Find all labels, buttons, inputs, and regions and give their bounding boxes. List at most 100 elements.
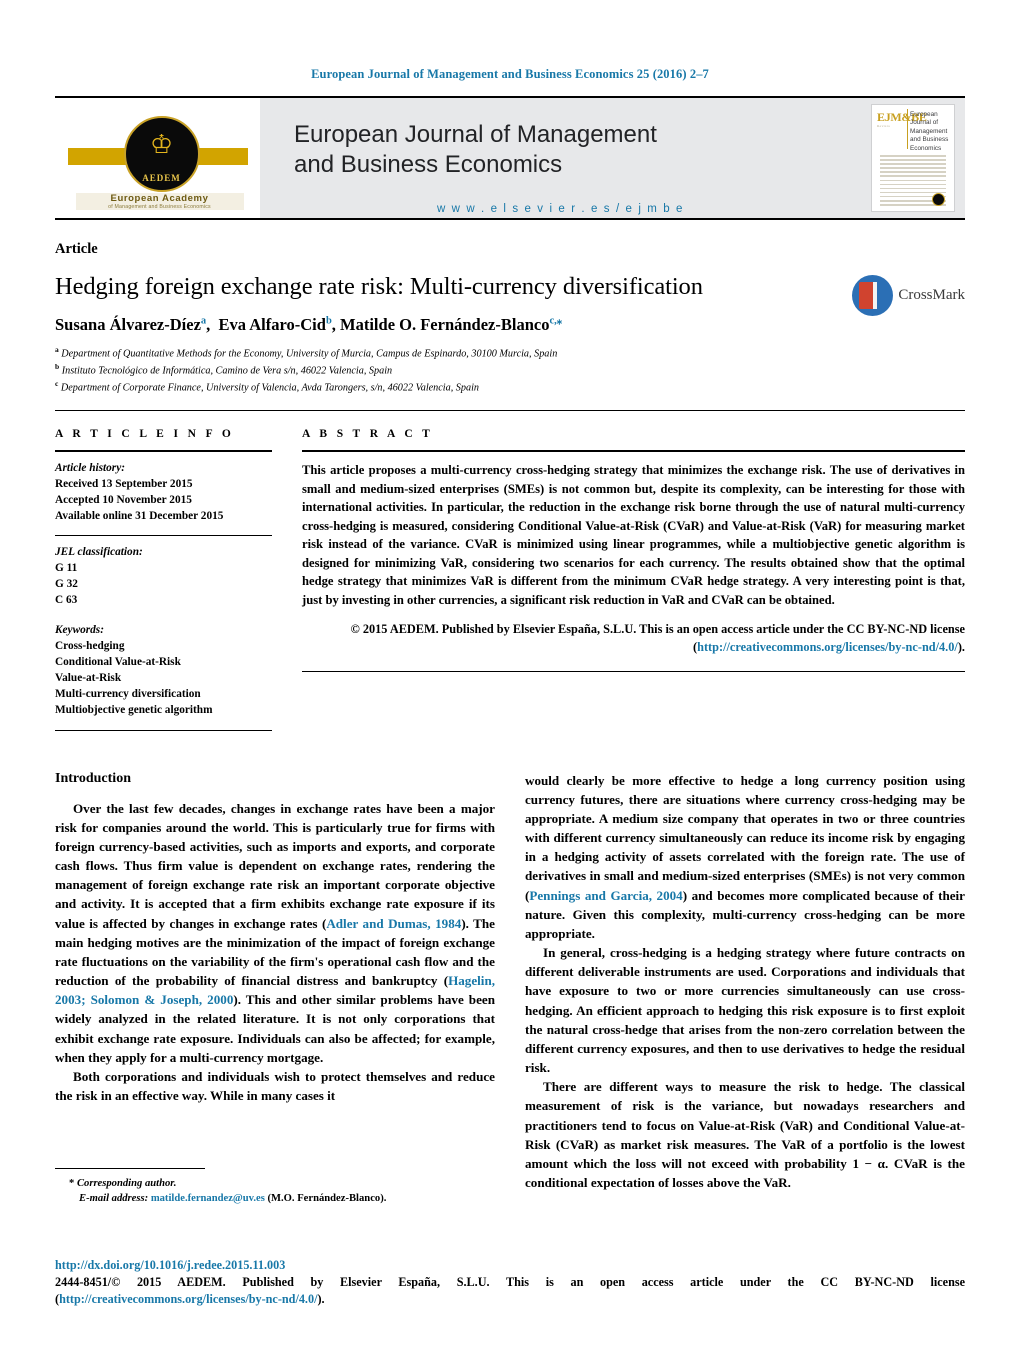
journal-cover-container: EJM&BE Revista European Journal of Manag… xyxy=(861,98,965,218)
keywords-block: Keywords: Cross-hedging Conditional Valu… xyxy=(55,608,272,718)
affiliation-list: a Department of Quantitative Methods for… xyxy=(55,345,965,396)
crossmark-label: CrossMark xyxy=(898,287,965,303)
section-heading-introduction: Introduction xyxy=(55,770,131,786)
journal-homepage-link[interactable]: w w w . e l s e v i e r . e s / e j m b … xyxy=(294,203,861,215)
page-title: Hedging foreign exchange rate risk: Mult… xyxy=(55,273,703,300)
affiliation-mark: b xyxy=(55,362,60,372)
aedem-logo: ♔ AEDEM European Academy of Management a… xyxy=(55,98,260,218)
journal-title-block: European Journal of Management and Busin… xyxy=(260,98,861,218)
citation-link[interactable]: Adler and Dumas, 1984 xyxy=(326,916,461,931)
article-info-bottom-rule xyxy=(55,729,272,731)
jel-item: G 11 xyxy=(55,562,78,575)
article-info-heading: A R T I C L E I N F O xyxy=(55,428,235,441)
body-column-right: would clearly be more effective to hedge… xyxy=(525,771,965,1193)
jel-block: JEL classification: G 11 G 32 C 63 xyxy=(55,536,272,608)
article-type-label: Article xyxy=(55,241,98,257)
affiliation-text: Department of Corporate Finance, Univers… xyxy=(60,382,480,394)
aedem-caption-line1: European Academy xyxy=(110,193,209,204)
affiliation-text: Instituto Tecnológico de Informática, Ca… xyxy=(61,365,393,377)
paragraph-text: Both corporations and individuals wish t… xyxy=(55,1068,495,1104)
paragraph-text: would clearly be more effective to hedge… xyxy=(525,772,965,903)
article-history-item: Received 13 September 2015 xyxy=(55,478,193,491)
corresponding-author-mark[interactable]: ⁎ xyxy=(557,316,562,327)
body-column-left: Introduction Over the last few decades, … xyxy=(55,771,495,1193)
keyword-item: Cross-hedging xyxy=(55,640,125,653)
page-footer: http://dx.doi.org/10.1016/j.redee.2015.1… xyxy=(55,1258,965,1309)
email-link[interactable]: matilde.fernandez@uv.es xyxy=(151,1193,265,1204)
aedem-acronym: AEDEM xyxy=(142,173,181,183)
affiliation-item: a Department of Quantitative Methods for… xyxy=(55,345,965,362)
article-page: European Journal of Management and Busin… xyxy=(0,0,1020,1351)
paragraph-text: Over the last few decades, changes in ex… xyxy=(55,800,495,931)
paragraph: would clearly be more effective to hedge… xyxy=(525,771,965,944)
paragraph-text: There are different ways to measure the … xyxy=(525,1079,965,1191)
jel-title: JEL classification: xyxy=(55,546,143,559)
footnote-mark: * xyxy=(69,1178,75,1189)
doi-link[interactable]: http://dx.doi.org/10.1016/j.redee.2015.1… xyxy=(55,1258,965,1273)
crossmark-icon xyxy=(852,275,894,316)
keyword-item: Multi-currency diversification xyxy=(55,688,201,701)
body-columns: Introduction Over the last few decades, … xyxy=(55,771,965,1193)
paragraph: In general, cross-hedging is a hedging s… xyxy=(525,943,965,1077)
abstract-text: This article proposes a multi-currency c… xyxy=(302,463,965,607)
footer-legal-license: (http://creativecommons.org/licenses/by-… xyxy=(55,1291,965,1308)
affiliation-item: c Department of Corporate Finance, Unive… xyxy=(55,379,965,396)
author-entry: Eva Alfaro-Cidb, xyxy=(218,315,341,335)
cover-divider xyxy=(907,109,908,149)
affiliation-mark: a xyxy=(55,345,59,355)
author-affiliation-mark[interactable]: c, xyxy=(549,316,556,327)
article-history-title: Article history: xyxy=(55,462,125,475)
cover-seal-icon xyxy=(932,193,945,206)
footer-legal-line: 2444-8451/© 2015 AEDEM. Published by Els… xyxy=(55,1275,965,1289)
license-link[interactable]: http://creativecommons.org/licenses/by-n… xyxy=(697,640,958,654)
keyword-item: Value-at-Risk xyxy=(55,672,122,685)
aedem-seal-icon: ♔ AEDEM xyxy=(123,116,200,192)
article-info-column: A R T I C L E I N F O Article history: R… xyxy=(55,428,302,731)
running-head: European Journal of Management and Busin… xyxy=(311,67,709,81)
abstract-heading: A B S T R A C T xyxy=(302,428,434,441)
article-history-item: Accepted 10 November 2015 xyxy=(55,494,192,507)
author-affiliation-mark[interactable]: a xyxy=(201,316,206,327)
griffin-icon: ♔ xyxy=(149,130,174,159)
footnote-rule xyxy=(55,1168,205,1169)
author-name: Eva Alfaro-Cid xyxy=(218,315,326,335)
affiliation-text: Department of Quantitative Methods for t… xyxy=(61,348,558,360)
journal-masthead: ♔ AEDEM European Academy of Management a… xyxy=(55,96,965,220)
journal-title-line1: European Journal of Management xyxy=(294,121,657,148)
jel-item: C 63 xyxy=(55,594,78,607)
cover-title-text: European Journal of Management and Busin… xyxy=(910,111,949,152)
paragraph: Over the last few decades, changes in ex… xyxy=(55,799,495,1067)
info-abstract-section: A R T I C L E I N F O Article history: R… xyxy=(55,428,965,731)
copyright-suffix: ). xyxy=(957,639,965,654)
footnote-corresponding-text: Corresponding author. xyxy=(76,1178,177,1189)
crossmark-badge[interactable]: CrossMark xyxy=(852,275,965,316)
corresponding-author-footnote: * Corresponding author. E-mail address: … xyxy=(55,1168,495,1207)
email-label: E-mail address: xyxy=(79,1193,149,1205)
keyword-item: Multiobjective genetic algorithm xyxy=(55,704,213,717)
abstract-column: A B S T R A C T This article proposes a … xyxy=(302,428,965,730)
article-history-item: Available online 31 December 2015 xyxy=(55,510,224,523)
author-entry: Matilde O. Fernández-Blancoc,⁎ xyxy=(340,315,562,334)
author-entry: Susana Álvarez-Díeza, xyxy=(55,315,219,335)
author-name: Susana Álvarez-Díez xyxy=(55,315,201,335)
paren-close: ). xyxy=(317,1292,325,1307)
author-list: Susana Álvarez-Díeza, Eva Alfaro-Cidb, M… xyxy=(55,315,965,336)
abstract-copyright: © 2015 AEDEM. Published by Elsevier Espa… xyxy=(302,621,965,657)
footer-license-link[interactable]: http://creativecommons.org/licenses/by-n… xyxy=(59,1292,317,1306)
article-history-block: Article history: Received 13 September 2… xyxy=(55,452,272,524)
footnote-corresponding: * Corresponding author. xyxy=(55,1176,495,1191)
paragraph-text: In general, cross-hedging is a hedging s… xyxy=(525,945,965,1076)
keywords-title: Keywords: xyxy=(55,624,104,637)
author-affiliation-mark[interactable]: b xyxy=(326,316,332,327)
abstract-bottom-rule xyxy=(302,670,965,672)
aedem-caption: European Academy of Management and Busin… xyxy=(75,193,244,210)
journal-cover-thumbnail: EJM&BE Revista European Journal of Manag… xyxy=(871,104,955,212)
paragraph: Both corporations and individuals wish t… xyxy=(55,1067,495,1105)
journal-title-line2: and Business Economics xyxy=(294,151,563,179)
affiliation-mark: c xyxy=(55,379,59,389)
affiliation-item: b Instituto Tecnológico de Informática, … xyxy=(55,362,965,379)
citation-link[interactable]: Pennings and Garcia, 2004 xyxy=(529,888,682,903)
header-divider xyxy=(55,410,965,412)
email-owner: (M.O. Fernández-Blanco). xyxy=(267,1193,387,1205)
footnote-email: E-mail address: matilde.fernandez@uv.es … xyxy=(55,1191,495,1206)
